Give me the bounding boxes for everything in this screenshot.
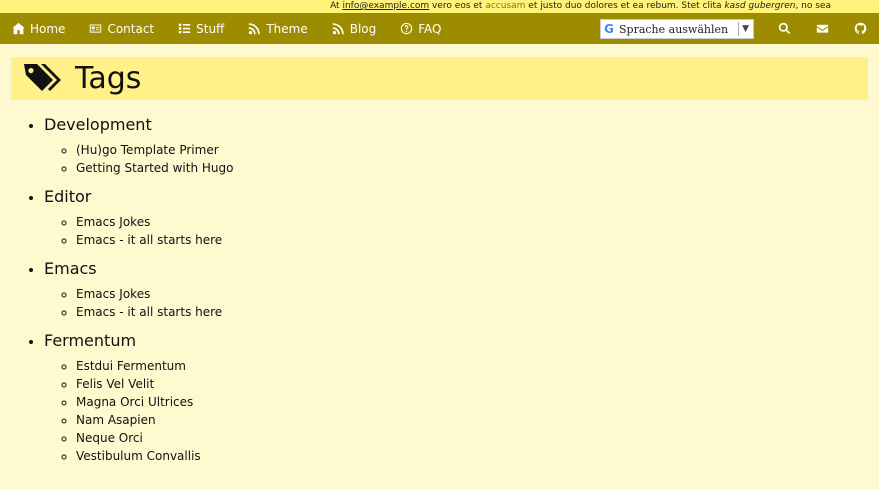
nav-stuff-label: Stuff — [196, 21, 225, 36]
main-navbar: Home Contact Stuff Theme Blog FAQ G Spra… — [0, 13, 879, 44]
tag-name[interactable]: Fermentum — [44, 330, 879, 352]
search-button[interactable] — [765, 13, 803, 44]
tag-name[interactable]: Development — [44, 114, 879, 136]
tag-group: Editor Emacs JokesEmacs - it all starts h… — [44, 186, 879, 249]
github-icon — [854, 22, 866, 35]
tag-post-list: Emacs JokesEmacs - it all starts here — [44, 213, 879, 249]
tag-post-list: Emacs JokesEmacs - it all starts here — [44, 285, 879, 321]
rss-icon — [249, 23, 261, 35]
post-link[interactable]: Emacs - it all starts here — [76, 303, 879, 321]
post-link[interactable]: (Hu)go Template Primer — [76, 141, 879, 159]
topbar-text-4: , no sea — [795, 1, 831, 11]
tag-post-list: Estdui FermentumFelis Vel VelitMagna Orc… — [44, 357, 879, 465]
rss-icon — [332, 23, 344, 35]
nav-blog[interactable]: Blog — [320, 13, 389, 44]
topbar-text-3: et justo duo dolores et ea rebum. Stet c… — [528, 1, 722, 11]
tag-list: Development (Hu)go Template PrimerGetting… — [0, 114, 879, 465]
nav-faq-label: FAQ — [418, 21, 442, 36]
email-link[interactable]: info@example.com — [342, 1, 429, 11]
topbar-highlight: accusam — [485, 1, 526, 11]
language-select[interactable]: G Sprache auswählen ▼ — [600, 19, 754, 39]
language-select-label: Sprache auswählen — [619, 22, 729, 36]
topbar-italic: kasd gubergren — [724, 1, 796, 11]
post-link[interactable]: Magna Orci Ultrices — [76, 393, 879, 411]
nav-home-label: Home — [30, 21, 66, 36]
nav-theme-label: Theme — [266, 21, 308, 36]
topbar-text-2: vero eos et — [432, 1, 483, 11]
nav-icons — [765, 13, 879, 44]
post-link[interactable]: Getting Started with Hugo — [76, 159, 879, 177]
post-link[interactable]: Neque Orci — [76, 429, 879, 447]
envelope-icon — [816, 24, 828, 33]
tags-icon — [24, 63, 61, 91]
post-link[interactable]: Vestibulum Convallis — [76, 447, 879, 465]
tag-group: Emacs Emacs JokesEmacs - it all starts he… — [44, 258, 879, 321]
post-link[interactable]: Emacs Jokes — [76, 213, 879, 231]
nav-theme[interactable]: Theme — [236, 13, 319, 44]
home-icon — [12, 22, 25, 35]
question-circle-icon — [401, 22, 413, 35]
search-icon — [778, 22, 790, 34]
nav-blog-label: Blog — [349, 21, 377, 36]
nav-stuff[interactable]: Stuff — [166, 13, 236, 44]
tag-group: Fermentum Estdui FermentumFelis Vel Velit… — [44, 330, 879, 465]
post-link[interactable]: Emacs - it all starts here — [76, 231, 879, 249]
nav-contact-label: Contact — [107, 21, 155, 36]
tag-group: Development (Hu)go Template PrimerGetting… — [44, 114, 879, 177]
tag-name[interactable]: Editor — [44, 186, 879, 208]
tag-name[interactable]: Emacs — [44, 258, 879, 280]
topbar-text-1: At — [330, 1, 340, 11]
post-link[interactable]: Emacs Jokes — [76, 285, 879, 303]
nav-faq[interactable]: FAQ — [388, 13, 453, 44]
select-divider — [738, 22, 740, 36]
nav-home[interactable]: Home — [0, 13, 77, 44]
top-info-bar: At info@example.com vero eos et accusam … — [0, 0, 879, 13]
chevron-down-icon: ▼ — [742, 24, 749, 34]
page-header: Tags — [11, 57, 868, 100]
post-link[interactable]: Nam Asapien — [76, 411, 879, 429]
nav-contact[interactable]: Contact — [77, 13, 166, 44]
post-link[interactable]: Felis Vel Velit — [76, 375, 879, 393]
email-button[interactable] — [803, 13, 841, 44]
post-link[interactable]: Estdui Fermentum — [76, 357, 879, 375]
page-title: Tags — [75, 61, 142, 96]
nav-links: Home Contact Stuff Theme Blog FAQ — [0, 13, 454, 44]
github-button[interactable] — [841, 13, 879, 44]
address-card-icon — [90, 24, 102, 33]
list-icon — [178, 23, 191, 34]
tag-post-list: (Hu)go Template PrimerGetting Started wi… — [44, 141, 879, 177]
google-icon: G — [604, 22, 614, 36]
